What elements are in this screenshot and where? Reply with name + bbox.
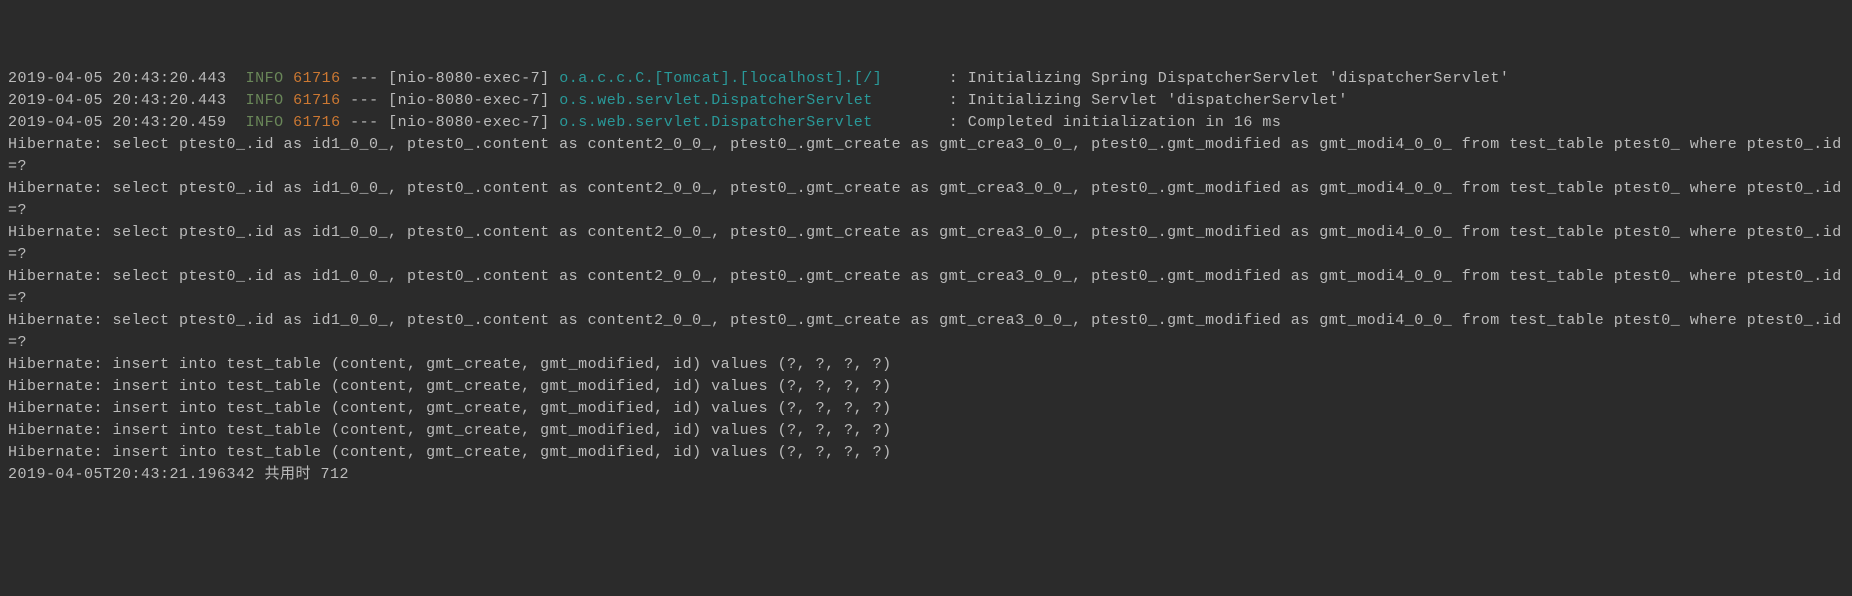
log-line: Hibernate: select ptest0_.id as id1_0_0_…: [0, 134, 1852, 178]
log-text: Hibernate: select ptest0_.id as id1_0_0_…: [8, 180, 1842, 219]
log-line: 2019-04-05T20:43:21.196342 共用时 712: [0, 464, 1852, 486]
log-logger: o.s.web.servlet.DispatcherServlet: [559, 114, 939, 131]
log-separator: ---: [350, 114, 379, 131]
log-line: Hibernate: insert into test_table (conte…: [0, 376, 1852, 398]
log-message: Initializing Spring DispatcherServlet 'd…: [968, 70, 1510, 87]
log-timestamp: 2019-04-05 20:43:20.443: [8, 70, 227, 87]
log-level: INFO: [246, 70, 284, 87]
log-line: Hibernate: select ptest0_.id as id1_0_0_…: [0, 222, 1852, 266]
log-thread: [nio-8080-exec-7]: [388, 114, 550, 131]
log-timestamp: 2019-04-05 20:43:20.459: [8, 114, 227, 131]
log-level: INFO: [246, 92, 284, 109]
log-timestamp: 2019-04-05 20:43:20.443: [8, 92, 227, 109]
console-output: 2019-04-05 20:43:20.443 INFO 61716 --- […: [0, 68, 1852, 486]
log-line: Hibernate: select ptest0_.id as id1_0_0_…: [0, 310, 1852, 354]
log-text: Hibernate: select ptest0_.id as id1_0_0_…: [8, 224, 1842, 263]
log-text: Hibernate: select ptest0_.id as id1_0_0_…: [8, 136, 1842, 175]
log-line: 2019-04-05 20:43:20.443 INFO 61716 --- […: [0, 68, 1852, 90]
log-line: Hibernate: insert into test_table (conte…: [0, 354, 1852, 376]
log-line: Hibernate: select ptest0_.id as id1_0_0_…: [0, 266, 1852, 310]
log-logger: o.a.c.c.C.[Tomcat].[localhost].[/]: [559, 70, 939, 87]
log-line: Hibernate: insert into test_table (conte…: [0, 398, 1852, 420]
log-line: Hibernate: insert into test_table (conte…: [0, 420, 1852, 442]
log-text: 2019-04-05T20:43:21.196342 共用时 712: [8, 466, 349, 483]
log-line: 2019-04-05 20:43:20.459 INFO 61716 --- […: [0, 112, 1852, 134]
log-line: Hibernate: insert into test_table (conte…: [0, 442, 1852, 464]
log-separator: ---: [350, 70, 379, 87]
log-colon: :: [939, 70, 968, 87]
log-thread: [nio-8080-exec-7]: [388, 70, 550, 87]
log-pid: 61716: [293, 114, 341, 131]
log-pid: 61716: [293, 92, 341, 109]
log-text: Hibernate: select ptest0_.id as id1_0_0_…: [8, 268, 1842, 307]
log-line: 2019-04-05 20:43:20.443 INFO 61716 --- […: [0, 90, 1852, 112]
log-message: Completed initialization in 16 ms: [968, 114, 1282, 131]
log-logger: o.s.web.servlet.DispatcherServlet: [559, 92, 939, 109]
log-text: Hibernate: insert into test_table (conte…: [8, 422, 892, 439]
log-thread: [nio-8080-exec-7]: [388, 92, 550, 109]
log-separator: ---: [350, 92, 379, 109]
log-text: Hibernate: select ptest0_.id as id1_0_0_…: [8, 312, 1842, 351]
log-text: Hibernate: insert into test_table (conte…: [8, 400, 892, 417]
log-text: Hibernate: insert into test_table (conte…: [8, 356, 892, 373]
log-message: Initializing Servlet 'dispatcherServlet': [968, 92, 1348, 109]
log-colon: :: [939, 92, 968, 109]
log-text: Hibernate: insert into test_table (conte…: [8, 444, 892, 461]
log-text: Hibernate: insert into test_table (conte…: [8, 378, 892, 395]
log-line: Hibernate: select ptest0_.id as id1_0_0_…: [0, 178, 1852, 222]
log-pid: 61716: [293, 70, 341, 87]
log-level: INFO: [246, 114, 284, 131]
log-colon: :: [939, 114, 968, 131]
